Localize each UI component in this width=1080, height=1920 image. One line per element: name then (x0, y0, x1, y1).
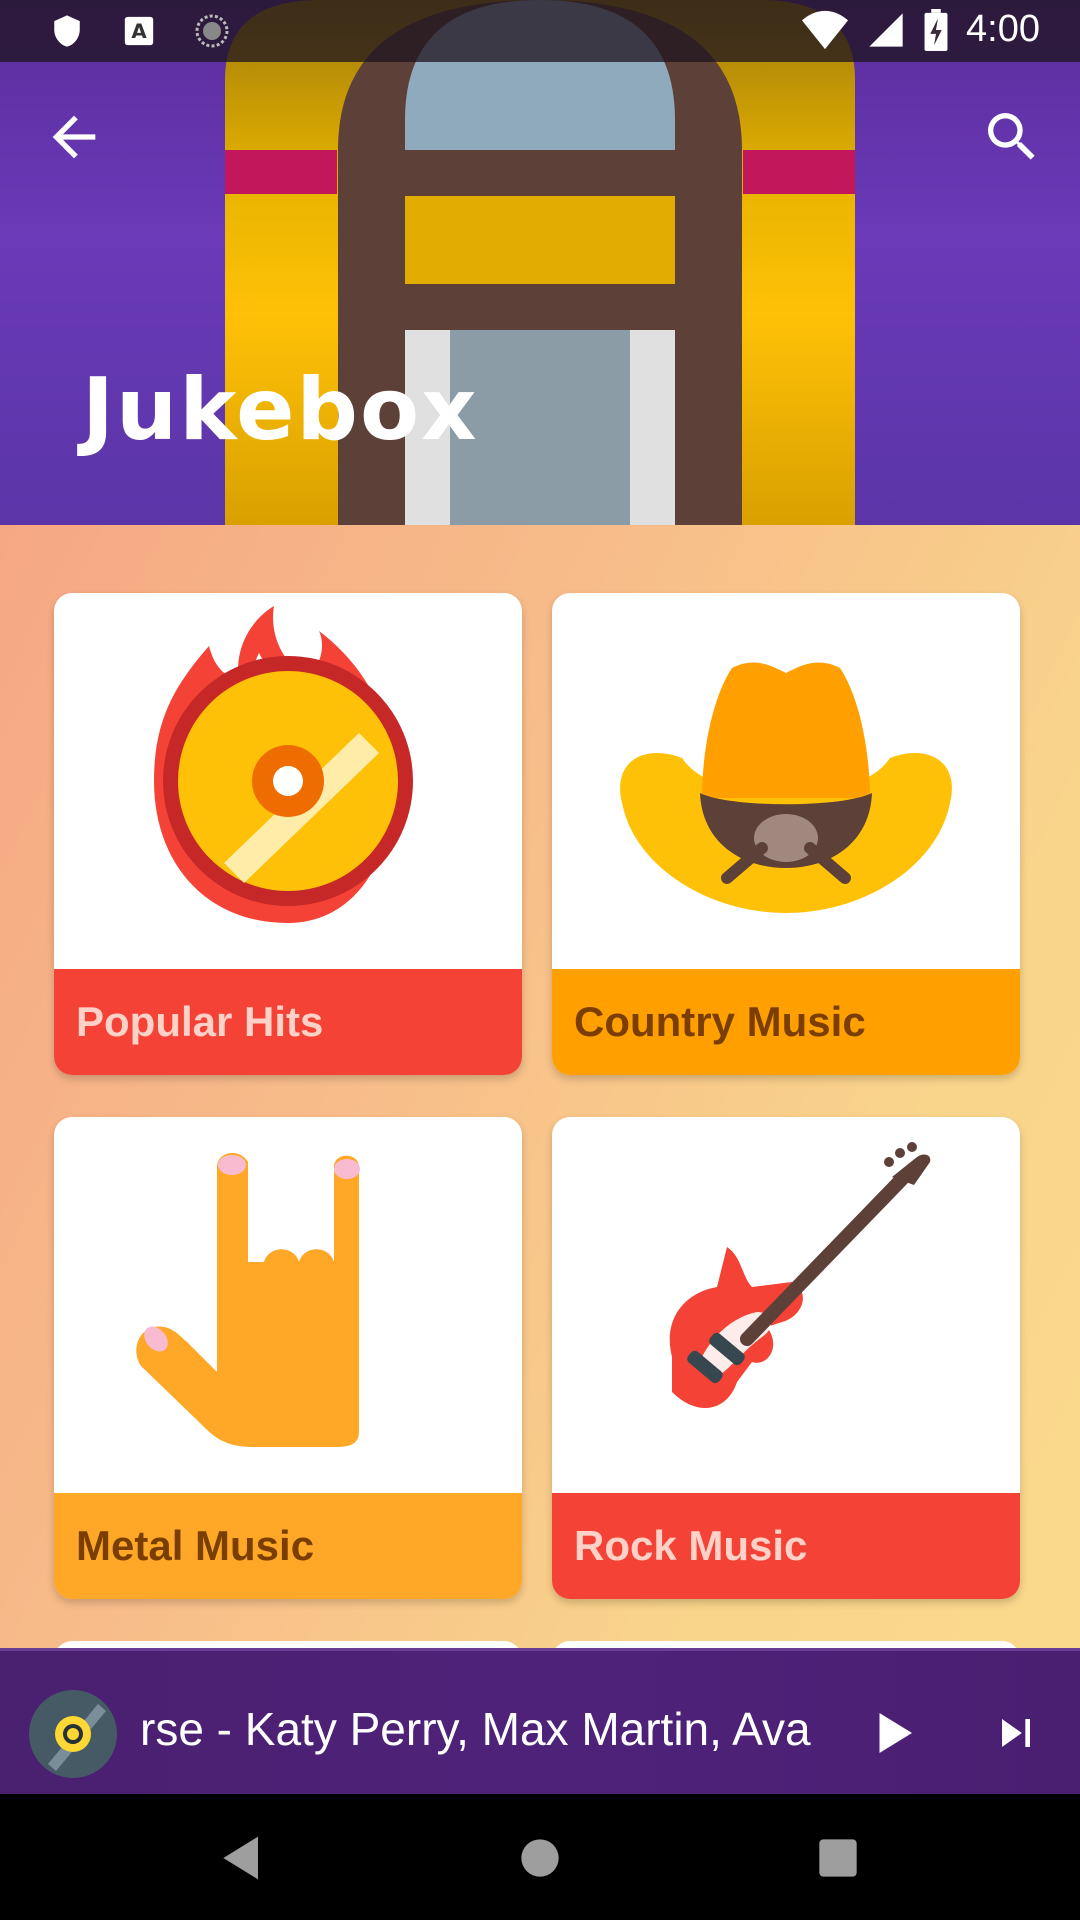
sync-circle-icon (195, 14, 229, 48)
category-card-partial[interactable] (552, 1641, 1020, 1648)
electric-guitar-icon (669, 1142, 931, 1409)
category-label: Country Music (574, 998, 866, 1045)
category-card-partial[interactable] (54, 1641, 522, 1648)
category-card-metal-music[interactable]: Metal Music (54, 1117, 522, 1599)
app-title: Jukebox (82, 360, 479, 460)
play-button[interactable] (862, 1703, 922, 1763)
shield-icon (54, 15, 80, 47)
category-label-bar: Popular Hits (54, 969, 522, 1075)
mini-player[interactable]: rse - Katy Perry, Max Martin, Ava (0, 1648, 1080, 1797)
nav-recents-button[interactable] (806, 1826, 870, 1890)
arrow-back-icon (52, 115, 96, 159)
category-card-rock-music[interactable]: Rock Music (552, 1117, 1020, 1599)
category-label-bar: Country Music (552, 969, 1020, 1075)
category-label: Metal Music (76, 1522, 315, 1569)
header: Jukebox (0, 0, 1080, 525)
nav-recents-icon (819, 1839, 857, 1877)
rock-hand-icon (136, 1152, 360, 1447)
status-time: 4:00 (966, 8, 1040, 50)
accessibility-a-icon: A (124, 16, 154, 46)
status-bar: A 4:00 (0, 0, 1080, 62)
search-icon (988, 113, 1035, 160)
svg-text:A: A (131, 20, 147, 43)
category-grid: Popular Hits Country Music Metal Music R… (0, 525, 1080, 1648)
category-label-bar: Metal Music (54, 1493, 522, 1599)
battery-charging-icon (924, 8, 948, 51)
skip-next-icon (1002, 1719, 1030, 1747)
fire-disc-icon (154, 606, 413, 923)
now-playing-track[interactable]: rse - Katy Perry, Max Martin, Ava (140, 1689, 820, 1769)
wifi-icon (802, 10, 849, 49)
skip-next-button[interactable] (988, 1705, 1044, 1761)
search-button[interactable] (980, 105, 1044, 169)
nav-back-button[interactable] (210, 1826, 274, 1890)
nav-home-icon (521, 1839, 559, 1877)
vinyl-disc-icon (29, 1690, 117, 1778)
nav-back-icon (223, 1836, 258, 1880)
back-button[interactable] (42, 105, 106, 169)
play-icon (879, 1713, 912, 1753)
category-label: Rock Music (574, 1522, 808, 1569)
nav-home-button[interactable] (508, 1826, 572, 1890)
signal-icon (869, 12, 903, 47)
system-nav-bar (0, 1794, 1080, 1920)
category-card-country-music[interactable]: Country Music (552, 593, 1020, 1075)
category-label: Popular Hits (76, 998, 324, 1045)
category-card-popular-hits[interactable]: Popular Hits (54, 593, 522, 1075)
cowboy-hat-icon (620, 662, 952, 913)
category-label-bar: Rock Music (552, 1493, 1020, 1599)
